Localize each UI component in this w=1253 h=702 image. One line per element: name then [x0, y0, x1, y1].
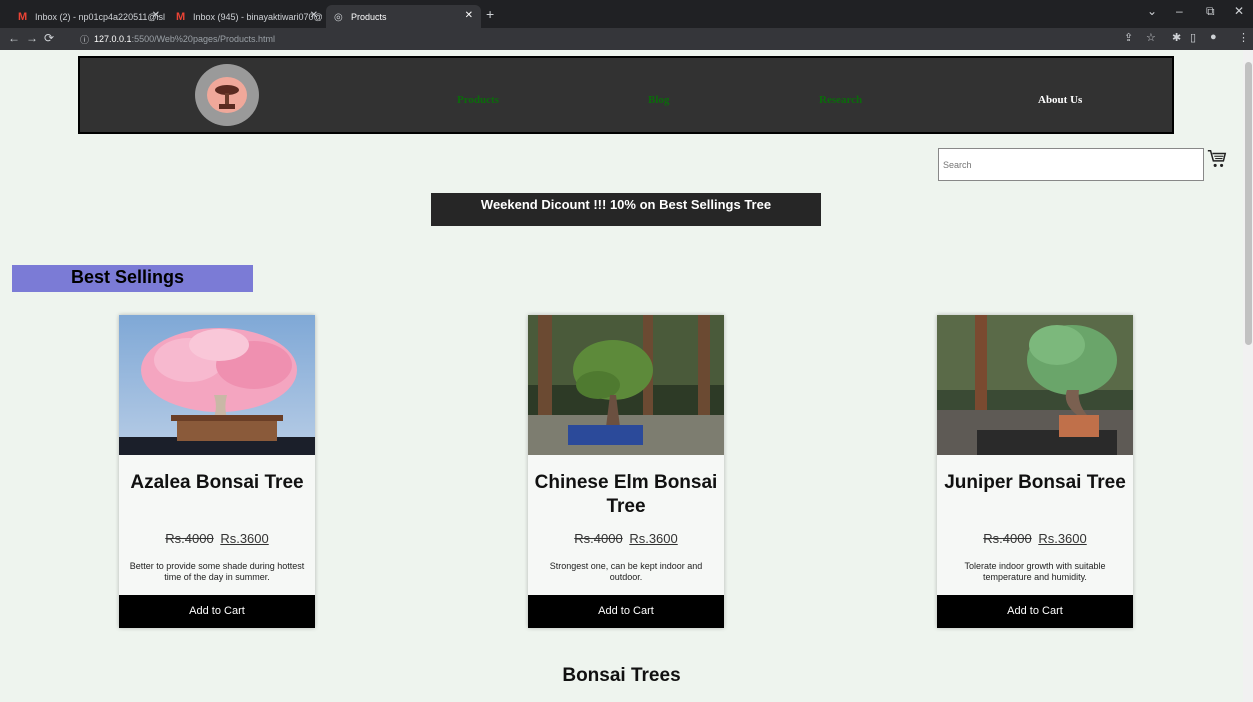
nav-link-blog[interactable]: Blog — [648, 94, 669, 106]
product-image-juniper — [937, 315, 1133, 455]
url-path: :5500/Web%20pages/Products.html — [131, 34, 275, 44]
reload-icon[interactable]: ⟳ — [44, 31, 54, 45]
share-icon[interactable]: ⇪ — [1124, 31, 1133, 44]
close-window-icon[interactable]: ✕ — [1234, 4, 1244, 18]
extensions-icon[interactable]: ✱ — [1172, 31, 1181, 44]
original-price: Rs.4000 — [983, 531, 1032, 546]
tab-gmail-2[interactable]: M Inbox (945) - binayaktiwari070@ ✕ — [168, 5, 326, 28]
product-name: Azalea Bonsai Tree — [130, 472, 304, 493]
profile-avatar-icon[interactable]: ● — [1210, 31, 1217, 43]
url-host: 127.0.0.1 — [94, 34, 132, 44]
product-description: Tolerate indoor growth with suitable tem… — [964, 561, 1106, 582]
new-tab-icon[interactable]: + — [486, 6, 494, 22]
tab-gmail-1[interactable]: M Inbox (2) - np01cp4a220511@isl ✕ — [10, 5, 168, 28]
restore-icon[interactable]: ⧉ — [1206, 4, 1215, 19]
discounted-price[interactable]: Rs.3600 — [220, 531, 268, 546]
page-content: Products Blog Research About Us Weekend … — [0, 50, 1243, 702]
side-panel-icon[interactable]: ▯ — [1190, 31, 1196, 44]
shopping-cart-icon[interactable] — [1206, 148, 1228, 170]
close-tab-icon[interactable]: ✕ — [465, 10, 473, 21]
forward-arrow-icon[interactable]: → — [26, 31, 38, 45]
product-image-chinese-elm — [528, 315, 724, 455]
nav-link-about-us[interactable]: About Us — [1038, 94, 1082, 106]
back-arrow-icon[interactable]: ← — [8, 31, 20, 45]
product-card: Juniper Bonsai Tree Rs.4000 Rs.3600 Tole… — [937, 315, 1133, 628]
site-header: Products Blog Research About Us — [78, 56, 1174, 134]
close-tab-icon[interactable]: ✕ — [152, 10, 160, 21]
add-to-cart-button[interactable]: Add to Cart — [528, 595, 724, 628]
add-to-cart-button[interactable]: Add to Cart — [937, 595, 1133, 628]
nav-link-products[interactable]: Products — [457, 94, 499, 106]
add-to-cart-button[interactable]: Add to Cart — [119, 595, 315, 628]
bonsai-logo-icon — [207, 77, 247, 113]
tab-title: Inbox (945) - binayaktiwari070@ — [193, 11, 323, 22]
bookmark-star-icon[interactable]: ☆ — [1146, 31, 1156, 44]
original-price: Rs.4000 — [574, 531, 623, 546]
product-name: Juniper Bonsai Tree — [944, 472, 1126, 493]
site-logo[interactable] — [195, 64, 259, 126]
scrollbar-thumb[interactable] — [1245, 62, 1252, 345]
product-price: Rs.4000 Rs.3600 — [528, 531, 724, 546]
close-tab-icon[interactable]: ✕ — [310, 10, 318, 21]
tab-products[interactable]: ◎ Products ✕ — [326, 5, 481, 28]
discounted-price[interactable]: Rs.3600 — [629, 531, 677, 546]
nav-link-research[interactable]: Research — [819, 94, 862, 106]
best-sellings-heading: Best Sellings — [12, 265, 253, 292]
info-icon: ⓘ — [80, 34, 90, 45]
product-image-azalea — [119, 315, 315, 455]
product-name: Chinese Elm Bonsai Tree — [534, 472, 718, 517]
gmail-icon: M — [18, 10, 28, 23]
url-field[interactable]: ⓘ 127.0.0.1 :5500/Web%20pages/Products.h… — [80, 31, 1110, 47]
product-card: Azalea Bonsai Tree Rs.4000 Rs.3600 Bette… — [119, 315, 315, 628]
minimize-icon[interactable]: – — [1176, 4, 1183, 18]
promo-banner: Weekend Dicount !!! 10% on Best Sellings… — [431, 193, 821, 226]
product-price: Rs.4000 Rs.3600 — [119, 531, 315, 546]
menu-kebab-icon[interactable]: ⋮ — [1238, 31, 1249, 44]
product-description: Better to provide some shade during hott… — [129, 561, 305, 582]
tab-title: Inbox (2) - np01cp4a220511@isl — [35, 11, 166, 22]
browser-tab-bar: M Inbox (2) - np01cp4a220511@isl ✕ M Inb… — [0, 0, 1253, 28]
bonsai-trees-heading: Bonsai Trees — [562, 665, 681, 686]
tab-title: Products — [351, 11, 387, 22]
discounted-price[interactable]: Rs.3600 — [1038, 531, 1086, 546]
tab-search-chevron-icon[interactable]: ⌄ — [1147, 4, 1157, 18]
gmail-icon: M — [176, 10, 186, 23]
product-price: Rs.4000 Rs.3600 — [937, 531, 1133, 546]
search-input[interactable] — [938, 148, 1204, 181]
product-card: Chinese Elm Bonsai Tree Rs.4000 Rs.3600 … — [528, 315, 724, 628]
product-description: Strongest one, can be kept indoor and ou… — [549, 561, 703, 582]
globe-icon: ◎ — [334, 11, 343, 23]
original-price: Rs.4000 — [165, 531, 214, 546]
address-bar: ← → ⟳ ⓘ 127.0.0.1 :5500/Web%20pages/Prod… — [0, 28, 1253, 50]
